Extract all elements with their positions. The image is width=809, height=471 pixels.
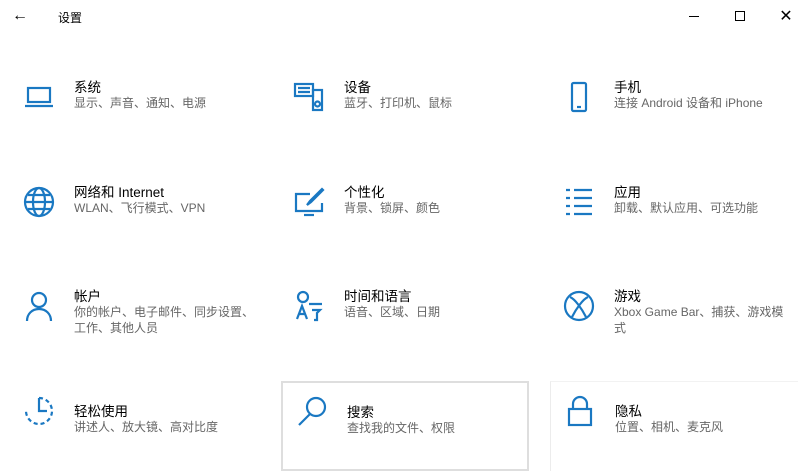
keyboard-speaker-icon (292, 80, 326, 114)
app-list-icon (562, 185, 596, 219)
person-icon (22, 289, 56, 323)
tile-title: 帐户 (74, 289, 101, 304)
tile-description: 你的帐户、电子邮件、同步设置、工作、其他人员 (74, 305, 255, 335)
back-button[interactable]: ← (8, 4, 32, 28)
tile-description: 背景、锁屏、颜色 (344, 201, 441, 215)
tile-phone[interactable]: 手机 连接 Android 设备和 iPhone (548, 72, 796, 156)
tile-description: 卸载、默认应用、可选功能 (614, 201, 759, 215)
tile-description: 显示、声音、通知、电源 (74, 96, 207, 110)
minimize-icon (689, 15, 699, 17)
tile-title: 游戏 (614, 289, 641, 304)
tile-globe[interactable]: 网络和 Internet WLAN、飞行模式、VPN (8, 177, 256, 261)
tile-xbox[interactable]: 游戏 Xbox Game Bar、捕获、游戏模式 (548, 281, 796, 365)
tile-person[interactable]: 帐户 你的帐户、电子邮件、同步设置、工作、其他人员 (8, 281, 256, 365)
tile-keyboard-speaker[interactable]: 设备 蓝牙、打印机、鼠标 (278, 72, 526, 156)
tile-description: WLAN、飞行模式、VPN (74, 201, 206, 215)
tile-description: 语音、区域、日期 (344, 305, 441, 319)
close-icon: ✕ (779, 8, 793, 25)
tile-paint-monitor[interactable]: 个性化 背景、锁屏、颜色 (278, 177, 526, 261)
time-language-icon (292, 289, 326, 323)
title-bar: ← 设置 ✕ (0, 0, 809, 32)
lock-icon (563, 394, 597, 428)
tile-title: 手机 (614, 80, 641, 95)
tile-description: 连接 Android 设备和 iPhone (614, 96, 763, 110)
tile-title: 搜索 (347, 405, 374, 420)
tile-lock[interactable]: 隐私 位置、相机、麦克风 (550, 381, 798, 471)
minimize-button[interactable] (671, 0, 717, 32)
tile-time-language[interactable]: 时间和语言 语音、区域、日期 (278, 281, 526, 365)
window-title: 设置 (58, 11, 83, 25)
tile-description: Xbox Game Bar、捕获、游戏模式 (614, 305, 784, 335)
tile-title: 时间和语言 (344, 289, 412, 304)
tile-ease-of-access[interactable]: 轻松使用 讲述人、放大镜、高对比度 (8, 380, 256, 464)
maximize-icon (735, 11, 745, 21)
tile-description: 位置、相机、麦克风 (615, 420, 724, 434)
maximize-button[interactable] (717, 0, 763, 32)
arrow-left-icon: ← (12, 7, 28, 24)
tile-description: 讲述人、放大镜、高对比度 (74, 420, 219, 434)
search-icon (295, 395, 329, 429)
tile-search[interactable]: 搜索 查找我的文件、权限 (281, 381, 529, 471)
tile-title: 系统 (74, 80, 101, 95)
tile-title: 隐私 (615, 404, 642, 419)
laptop-icon (22, 80, 56, 114)
phone-icon (562, 80, 596, 114)
tile-title: 网络和 Internet (74, 185, 165, 200)
tile-title: 轻松使用 (74, 404, 128, 419)
close-button[interactable]: ✕ (763, 0, 809, 32)
tile-app-list[interactable]: 应用 卸载、默认应用、可选功能 (548, 177, 796, 261)
tile-description: 查找我的文件、权限 (347, 421, 456, 435)
tile-title: 应用 (614, 185, 641, 200)
tile-laptop[interactable]: 系统 显示、声音、通知、电源 (8, 72, 256, 156)
tile-description: 蓝牙、打印机、鼠标 (344, 96, 453, 110)
ease-of-access-icon (22, 394, 56, 428)
globe-icon (22, 185, 56, 219)
tile-title: 个性化 (344, 185, 385, 200)
xbox-icon (562, 289, 596, 323)
paint-monitor-icon (292, 185, 326, 219)
tile-title: 设备 (344, 80, 371, 95)
